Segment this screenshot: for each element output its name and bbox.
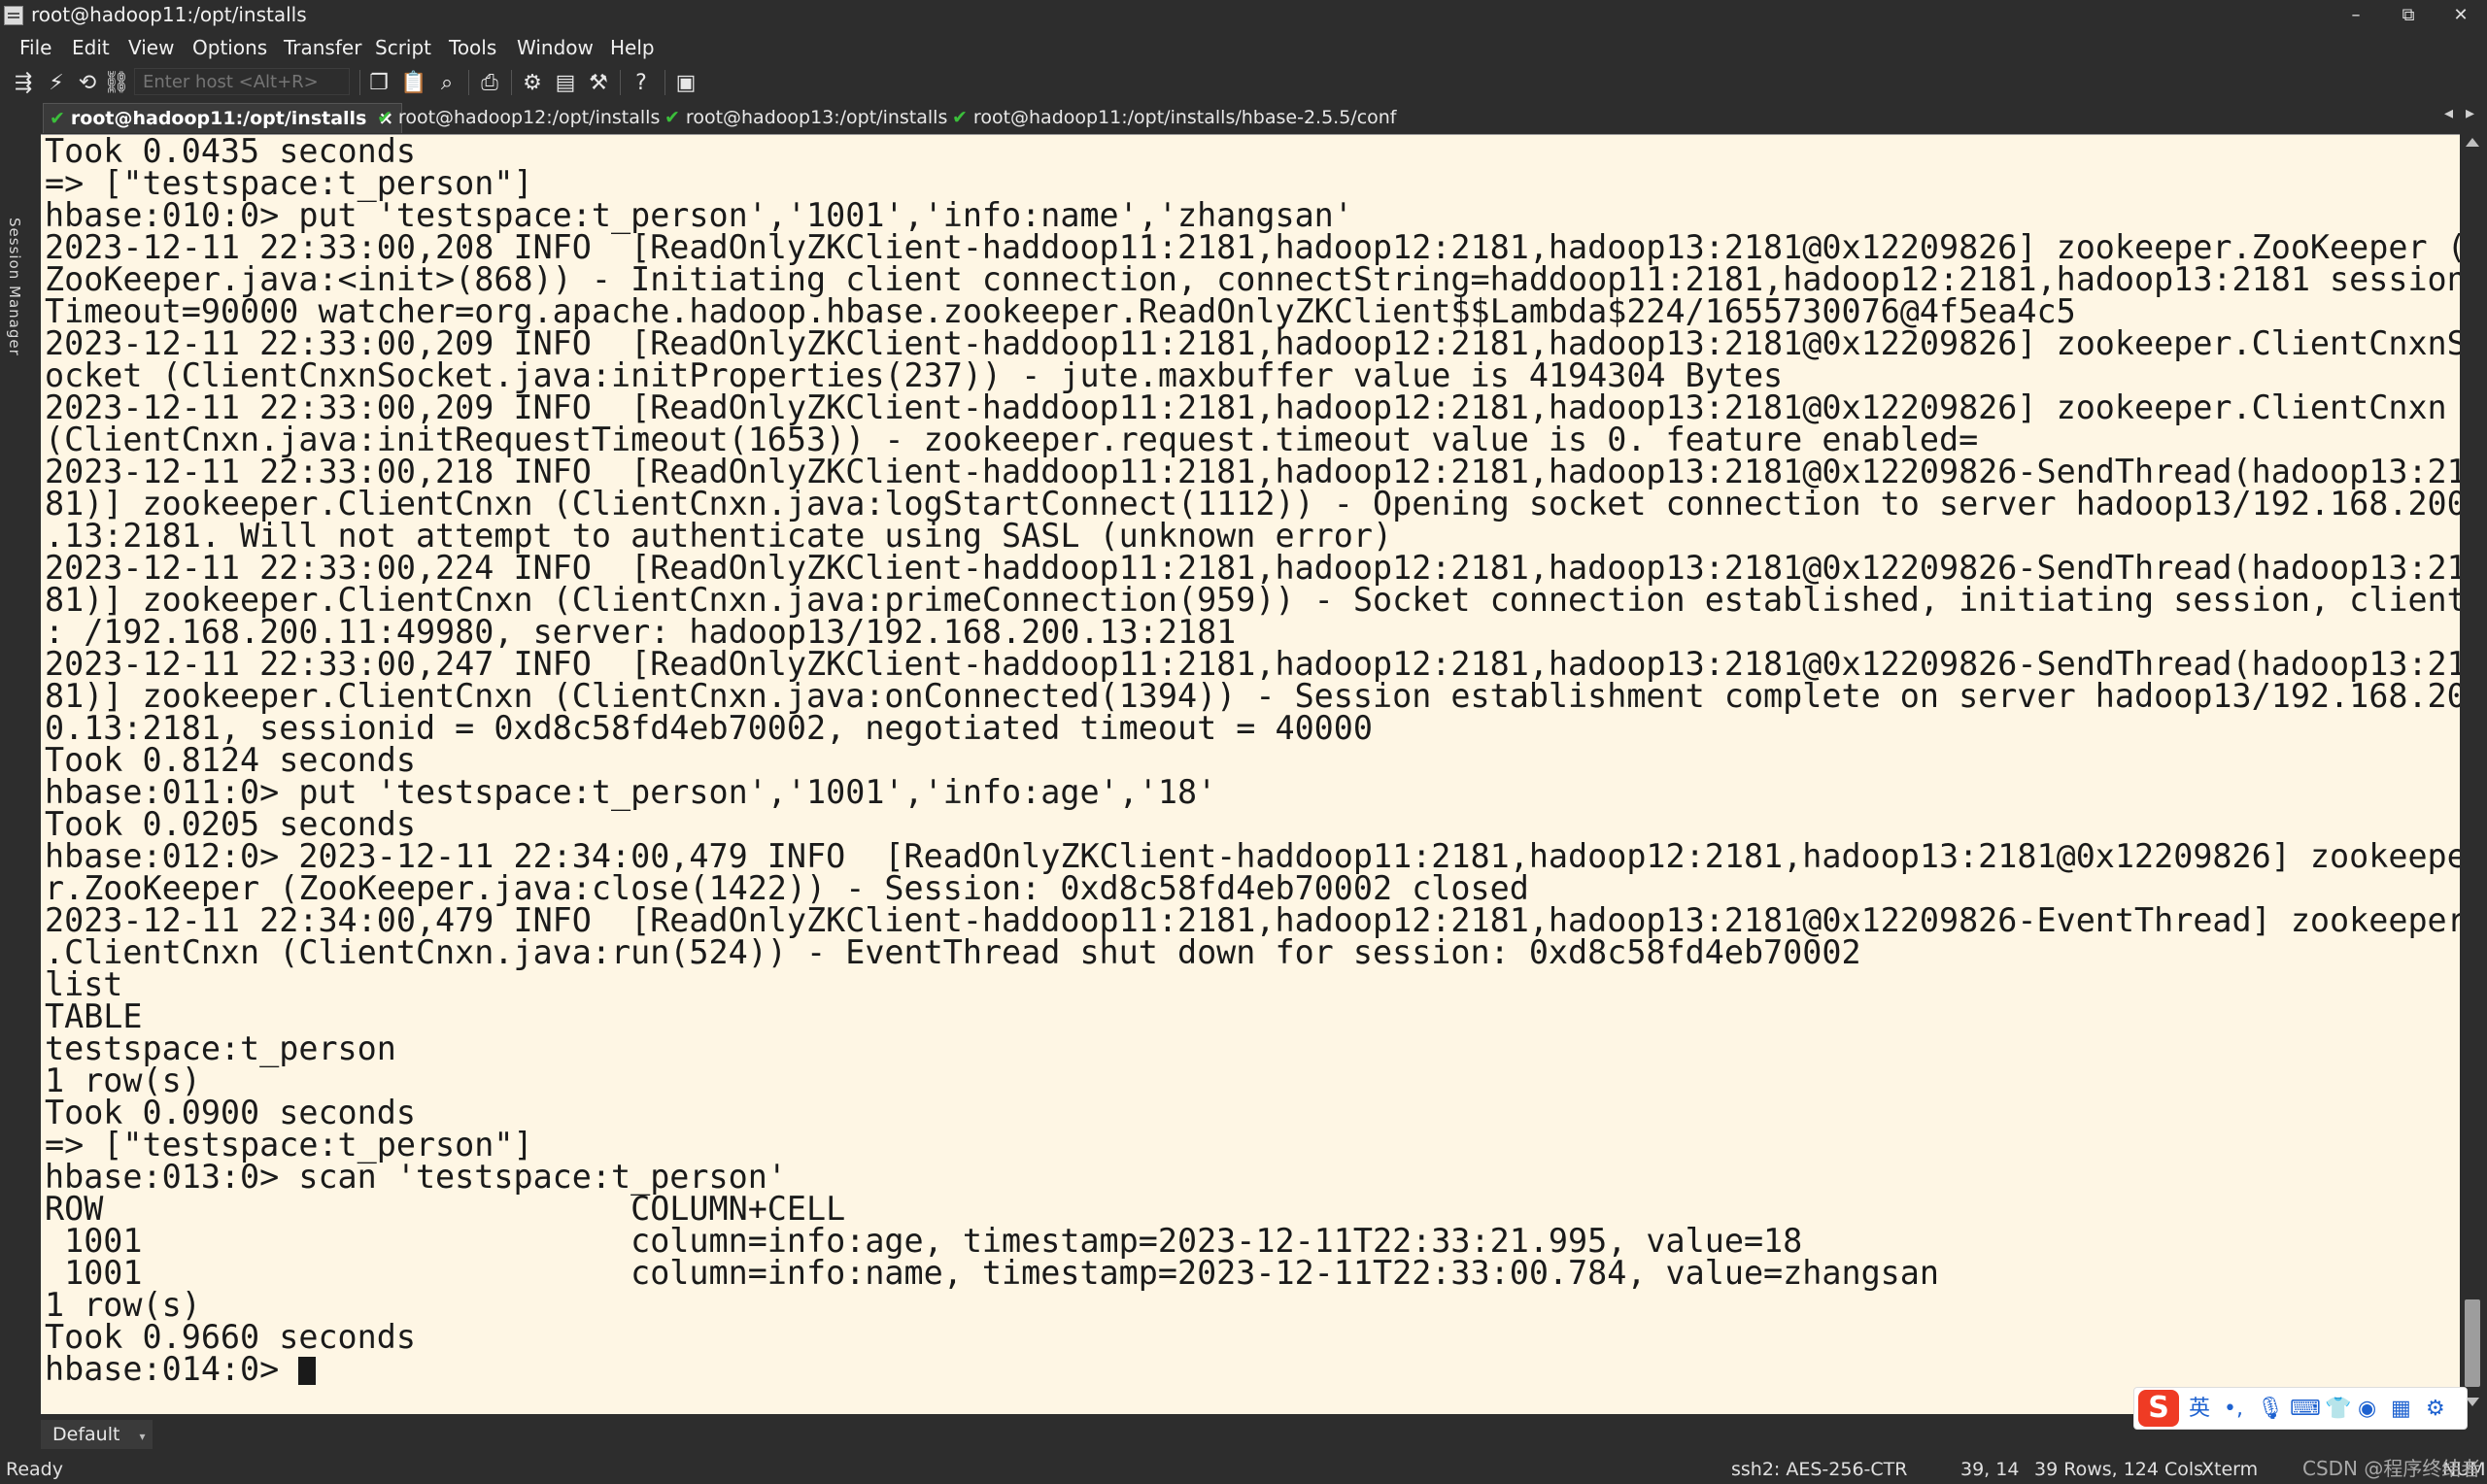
status-terminal-size: 39 Rows, 124 Cols: [2034, 1459, 2204, 1480]
ime-toolbar[interactable]: S 英 •, 🎙 ⌨ 👕 ◉ ▦ ⚙: [2133, 1387, 2468, 1430]
menu-view[interactable]: View: [128, 36, 174, 59]
status-protocol: ssh2: AES-256-CTR: [1731, 1459, 1908, 1480]
chevron-down-icon: ▾: [139, 1430, 146, 1443]
menu-tools[interactable]: Tools: [449, 36, 496, 59]
button-bar: [0, 1414, 2487, 1455]
connect-icon[interactable]: ⇶: [10, 70, 37, 97]
terminal-cursor: [298, 1357, 317, 1385]
skin-icon[interactable]: 👕: [2325, 1396, 2351, 1423]
csdn-watermark: CSDN @程序终结者: [2302, 1457, 2481, 1480]
game-icon[interactable]: ◉: [2358, 1396, 2376, 1423]
toolbar-separator: [620, 70, 621, 95]
title-bar: root@hadoop11:/opt/installs – ⧉ ✕: [0, 0, 2487, 31]
app-icon: [4, 6, 23, 25]
print-icon[interactable]: ⎙: [476, 70, 503, 97]
paste-icon[interactable]: 📋: [400, 70, 427, 97]
tab-label: root@hadoop11:/opt/installs/hbase-2.5.5/…: [972, 107, 1397, 128]
menu-help[interactable]: Help: [610, 36, 655, 59]
disconnect-icon[interactable]: ⛓: [103, 70, 130, 97]
keyboard-icon[interactable]: ⌨: [2290, 1396, 2321, 1423]
quick-connect-icon[interactable]: ⚡: [43, 70, 70, 97]
session-manager-label[interactable]: Session Manager: [6, 218, 23, 356]
terminal-line: 1001 column=info:name, timestamp=2023-12…: [45, 1254, 1939, 1292]
menu-window[interactable]: Window: [517, 36, 594, 59]
tab-hadoop11[interactable]: ✔ root@hadoop11:/opt/installs ×: [43, 103, 403, 133]
restore-button[interactable]: ⧉: [2382, 0, 2435, 31]
status-cursor-position: 39, 14: [1960, 1459, 2020, 1480]
menu-bar: File Edit View Options Transfer Script T…: [0, 31, 2487, 64]
status-bar: Ready ssh2: AES-256-CTR 39, 14 39 Rows, …: [0, 1455, 2487, 1484]
reconnect-icon[interactable]: ⟲: [74, 70, 101, 97]
keymap-icon[interactable]: ⚒: [585, 70, 612, 97]
sessions-icon[interactable]: ▣: [672, 70, 699, 97]
terminal-line: .ClientCnxn (ClientCnxn.java:run(524)) -…: [45, 933, 1861, 971]
status-terminal-type: Xterm: [2201, 1459, 2259, 1480]
menu-file[interactable]: File: [19, 36, 51, 59]
minimize-button[interactable]: –: [2330, 0, 2382, 31]
copy-icon[interactable]: ❐: [365, 70, 392, 97]
toolbar-separator: [664, 70, 665, 95]
toolbar-separator: [468, 70, 469, 95]
terminal-prompt: hbase:014:0>: [45, 1350, 299, 1388]
sftp-icon[interactable]: ▤: [552, 70, 579, 97]
default-label: Default: [52, 1424, 120, 1445]
menu-edit[interactable]: Edit: [72, 36, 110, 59]
window-title: root@hadoop11:/opt/installs: [31, 3, 307, 26]
tab-hadoop13[interactable]: ✔ root@hadoop13:/opt/installs: [664, 103, 947, 132]
tab-hadoop12[interactable]: ✔ root@hadoop12:/opt/installs: [377, 103, 660, 132]
gear-icon[interactable]: ⚙: [2426, 1396, 2445, 1423]
terminal-view[interactable]: Took 0.0435 seconds => ["testspace:t_per…: [41, 134, 2460, 1414]
terminal-output: Took 0.0435 seconds => ["testspace:t_per…: [45, 135, 2460, 1385]
tab-label: root@hadoop12:/opt/installs: [397, 107, 661, 128]
tab-label: root@hadoop11:/opt/installs: [70, 108, 367, 129]
enter-host-input[interactable]: [134, 68, 350, 95]
ime-language-toggle[interactable]: 英: [2189, 1396, 2210, 1423]
terminal-scrollbar[interactable]: [2460, 134, 2487, 1414]
connected-check-icon: ✔: [664, 107, 680, 128]
status-ready: Ready: [6, 1459, 63, 1480]
menu-script[interactable]: Script: [375, 36, 431, 59]
tab-prev-icon[interactable]: ◂: [2444, 103, 2453, 123]
toolbar: ⇶ ⚡ ⟲ ⛓ ❐ 📋 ⌕ ⎙ ⚙ ▤ ⚒ ? ▣: [0, 64, 2487, 103]
punctuation-icon[interactable]: •,: [2224, 1396, 2243, 1423]
tab-bar: ✔ root@hadoop11:/opt/installs × ✔ root@hado…: [43, 101, 2487, 134]
help-icon[interactable]: ?: [628, 70, 655, 97]
connected-check-icon: ✔: [50, 108, 65, 129]
scroll-thumb[interactable]: [2465, 1299, 2480, 1387]
sogou-logo-icon[interactable]: S: [2138, 1390, 2179, 1427]
toolbar-separator: [359, 70, 360, 95]
menu-transfer[interactable]: Transfer: [284, 36, 361, 59]
scroll-up-icon[interactable]: [2466, 138, 2479, 147]
microphone-icon[interactable]: 🎙: [2257, 1396, 2284, 1423]
toolbox-icon[interactable]: ▦: [2391, 1396, 2411, 1423]
session-manager-panel: Session Manager: [0, 101, 41, 1422]
settings-icon[interactable]: ⚙: [519, 70, 546, 97]
menu-options[interactable]: Options: [192, 36, 267, 59]
toolbar-separator: [511, 70, 512, 95]
connected-check-icon: ✔: [952, 107, 968, 128]
scroll-down-icon[interactable]: [2466, 1398, 2479, 1406]
tab-label: root@hadoop13:/opt/installs: [685, 107, 948, 128]
find-icon[interactable]: ⌕: [433, 70, 460, 97]
close-button[interactable]: ✕: [2435, 0, 2487, 31]
default-button-bar-select[interactable]: Default ▾: [41, 1420, 153, 1449]
tab-next-icon[interactable]: ▸: [2466, 103, 2474, 123]
connected-check-icon: ✔: [377, 107, 392, 128]
tab-hadoop11-conf[interactable]: ✔ root@hadoop11:/opt/installs/hbase-2.5.5…: [952, 103, 1397, 132]
